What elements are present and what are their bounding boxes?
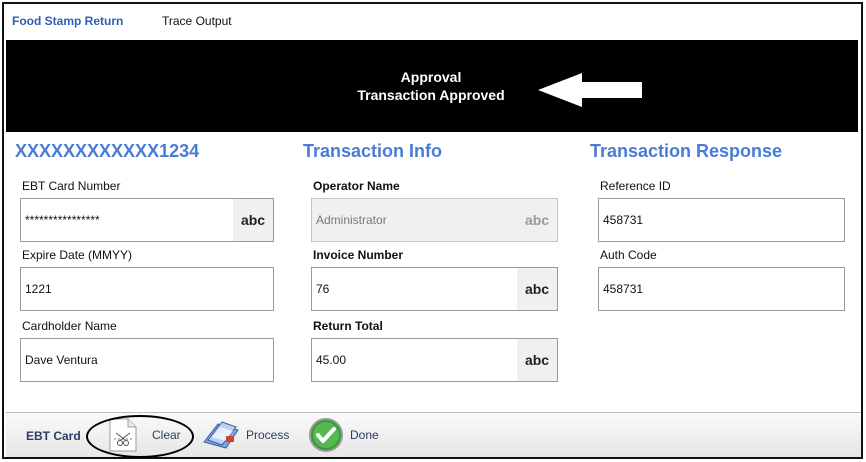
process-button[interactable]: Process xyxy=(200,416,289,454)
auth-code-label: Auth Code xyxy=(600,248,657,262)
keyboard-icon: abc xyxy=(517,199,557,241)
invoice-number-field[interactable]: 76 abc xyxy=(311,267,558,311)
status-message: Approval Transaction Approved xyxy=(306,68,556,104)
arrow-left-icon xyxy=(538,73,642,107)
return-total-field[interactable]: 45.00 abc xyxy=(311,338,558,382)
expire-date-value: 1221 xyxy=(25,282,52,296)
operator-name-value: Administrator xyxy=(316,213,387,227)
cardholder-name-label: Cardholder Name xyxy=(22,319,117,333)
ebt-card-number-label: EBT Card Number xyxy=(22,179,121,193)
auth-code-field[interactable]: 458731 xyxy=(598,267,845,311)
invoice-number-label: Invoice Number xyxy=(313,248,404,262)
auth-code-value: 458731 xyxy=(603,282,644,296)
reference-id-value: 458731 xyxy=(603,213,644,227)
ebt-card-number-field[interactable]: **************** abc xyxy=(20,198,274,242)
invoice-number-value: 76 xyxy=(316,282,330,296)
cardholder-name-value: Dave Ventura xyxy=(25,353,98,367)
checkmark-icon xyxy=(309,418,343,452)
tab-trace-output[interactable]: Trace Output xyxy=(162,14,232,28)
expire-date-label: Expire Date (MMYY) xyxy=(22,248,133,262)
status-banner: Approval Transaction Approved xyxy=(6,40,858,132)
return-total-value: 45.00 xyxy=(316,353,347,367)
return-total-label: Return Total xyxy=(313,319,383,333)
operator-name-field: Administrator abc xyxy=(311,198,558,242)
ebt-card-number-value: **************** xyxy=(25,213,100,227)
reference-id-field[interactable]: 458731 xyxy=(598,198,845,242)
operator-name-label: Operator Name xyxy=(313,179,400,193)
keyboard-icon[interactable]: abc xyxy=(233,199,273,241)
credit-card-icon xyxy=(203,421,239,449)
transaction-info-heading: Transaction Info xyxy=(303,141,443,161)
status-title: Approval xyxy=(400,69,462,85)
app-window: Food Stamp Return Trace Output Approval … xyxy=(2,2,863,459)
card-number-heading: XXXXXXXXXXXX1234 xyxy=(15,141,200,161)
process-button-label: Process xyxy=(246,428,290,442)
keyboard-icon[interactable]: abc xyxy=(517,268,557,310)
keyboard-icon[interactable]: abc xyxy=(517,339,557,381)
done-button[interactable]: Done xyxy=(308,416,379,454)
expire-date-field[interactable]: 1221 xyxy=(20,267,274,311)
toolbar-title: EBT Card xyxy=(26,429,81,443)
cardholder-name-field[interactable]: Dave Ventura xyxy=(20,338,274,382)
bottom-toolbar: EBT Card Clear Process Done xyxy=(6,412,861,458)
transaction-response-heading: Transaction Response xyxy=(590,141,783,161)
tab-food-stamp-return[interactable]: Food Stamp Return xyxy=(12,14,123,28)
highlight-circle xyxy=(86,415,194,458)
status-detail: Transaction Approved xyxy=(357,87,505,103)
tab-bar: Food Stamp Return Trace Output xyxy=(4,4,861,40)
reference-id-label: Reference ID xyxy=(600,179,671,193)
done-button-label: Done xyxy=(350,428,379,442)
